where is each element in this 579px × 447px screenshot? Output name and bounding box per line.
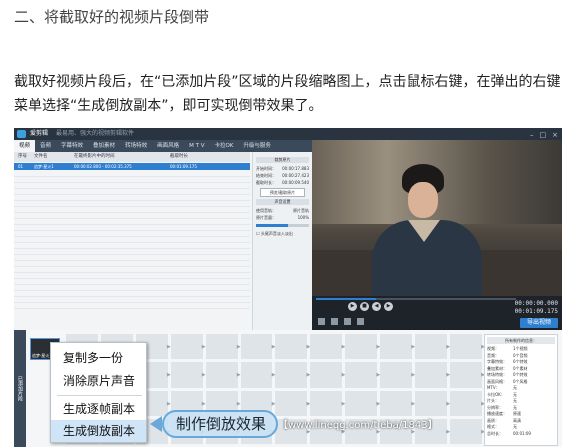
next-frame-icon[interactable]: ▶	[384, 302, 393, 311]
table-row[interactable]: 01 追梦·星火1 00:00:02.800 - 00:02:35.375 00…	[14, 163, 250, 170]
player-tools	[318, 318, 364, 325]
tab-upgrade[interactable]: 升级与服务	[238, 140, 276, 152]
video-preview	[312, 140, 562, 296]
tab-subtitle[interactable]: 字幕特效	[56, 140, 88, 152]
prev-frame-icon[interactable]: ◀	[372, 302, 381, 311]
export-video-button[interactable]: 导出视频	[520, 318, 558, 328]
clip-list-panel: 序号 文件名 在最终影片中的时间 截取时长 01 追梦·星火1 00:00:02…	[14, 152, 312, 354]
volume-value: 100%	[297, 215, 309, 220]
title-bar: 爱剪辑 最易用、强大的视频剪辑软件 – □ ×	[14, 128, 562, 140]
timecode: 00:00:00.000 00:01:09.175	[515, 300, 558, 316]
fullscreen-icon[interactable]	[357, 318, 364, 325]
progress-bar[interactable]	[316, 298, 516, 300]
tab-karaoke[interactable]: 卡拉OK	[209, 140, 238, 152]
tab-mtv[interactable]: M T V	[184, 140, 209, 152]
col-index: 序号	[18, 154, 27, 159]
section-sound: 声音设置	[256, 199, 309, 205]
player-controls: ▶ ■ ◀ ▶ 00:00:00.000 00:01:09.175 导出视频	[312, 296, 562, 330]
col-filename: 文件名	[34, 154, 48, 159]
total-time: 00:01:09.175	[514, 308, 558, 315]
menu-item-frame-copy[interactable]: 生成逐帧副本	[51, 398, 146, 420]
duration-field: 00:00:09.540	[282, 180, 309, 185]
timeline-label: 已添加片段	[14, 330, 26, 447]
article-paragraph: 截取好视频片段后，在“已添加片段”区域的片段缩略图上，点击鼠标右键，在弹出的右键…	[14, 74, 561, 114]
menu-item-duplicate[interactable]: 复制多一份	[51, 347, 146, 369]
audio-track-select[interactable]: 原片音轨	[293, 207, 309, 214]
context-menu: 复制多一份 消除原片声音 生成逐帧副本 生成倒放副本	[50, 342, 147, 443]
tab-transition[interactable]: 转场特效	[120, 140, 152, 152]
menu-item-mute-original[interactable]: 消除原片声音	[51, 370, 146, 392]
tab-audio[interactable]: 音频	[35, 140, 56, 152]
current-time: 00:00:00.000	[514, 300, 558, 307]
menu-separator	[57, 395, 142, 396]
play-icon[interactable]: ▶	[348, 302, 357, 311]
tab-style[interactable]: 画面风格	[152, 140, 184, 152]
callout-label: 制作倒放效果	[162, 410, 279, 438]
preview-trim-button[interactable]: 预览/截取原片	[260, 188, 305, 197]
app-title: 爱剪辑	[30, 130, 49, 137]
empty-rows	[14, 171, 250, 309]
tab-video[interactable]: 视频	[14, 140, 36, 152]
edit-icon[interactable]	[344, 318, 351, 325]
production-info-panel: 所有制作的信息： 视频： 1个视频 音频： 0个音频 字幕特效： 0个特效 叠加素材：…	[484, 334, 558, 446]
article-heading: 二、将截取好的视频片段倒带	[14, 8, 210, 26]
end-time-field[interactable]: 00:00:27.423	[282, 172, 309, 179]
volume-slider[interactable]	[256, 224, 309, 227]
app-subtitle: 最易用、强大的视频剪辑软件	[55, 130, 134, 137]
col-time: 在最终影片中的时间	[74, 154, 115, 159]
menu-item-reverse-copy[interactable]: 生成倒放副本	[51, 420, 146, 442]
start-time-field[interactable]: 00:00:17.883	[282, 165, 309, 172]
folder-icon[interactable]	[331, 318, 338, 325]
app-logo-icon	[17, 130, 26, 138]
watermark-text: 【www.lineqg.com/tieba/1843】	[278, 420, 438, 431]
clip-settings-panel: 裁剪原片 开始时间： 00:00:17.883 结束时间： 00:00:27.423…	[252, 152, 312, 330]
stop-icon[interactable]: ■	[360, 302, 369, 311]
fade-checkbox[interactable]: ☐ 头尾声音淡入淡出	[256, 230, 309, 237]
table-header: 序号 文件名 在最终影片中的时间 截取时长	[14, 152, 250, 162]
tab-overlay[interactable]: 叠加素材	[88, 140, 120, 152]
main-tabs: 视频 音频 字幕特效 叠加素材 转场特效 画面风格 M T V 卡拉OK 升级与…	[14, 140, 312, 152]
callout-arrow-icon	[150, 416, 162, 432]
col-duration: 截取时长	[170, 154, 188, 159]
section-trim: 裁剪原片	[256, 157, 309, 163]
info-title: 所有制作的信息：	[487, 337, 555, 344]
snapshot-icon[interactable]	[318, 318, 325, 325]
